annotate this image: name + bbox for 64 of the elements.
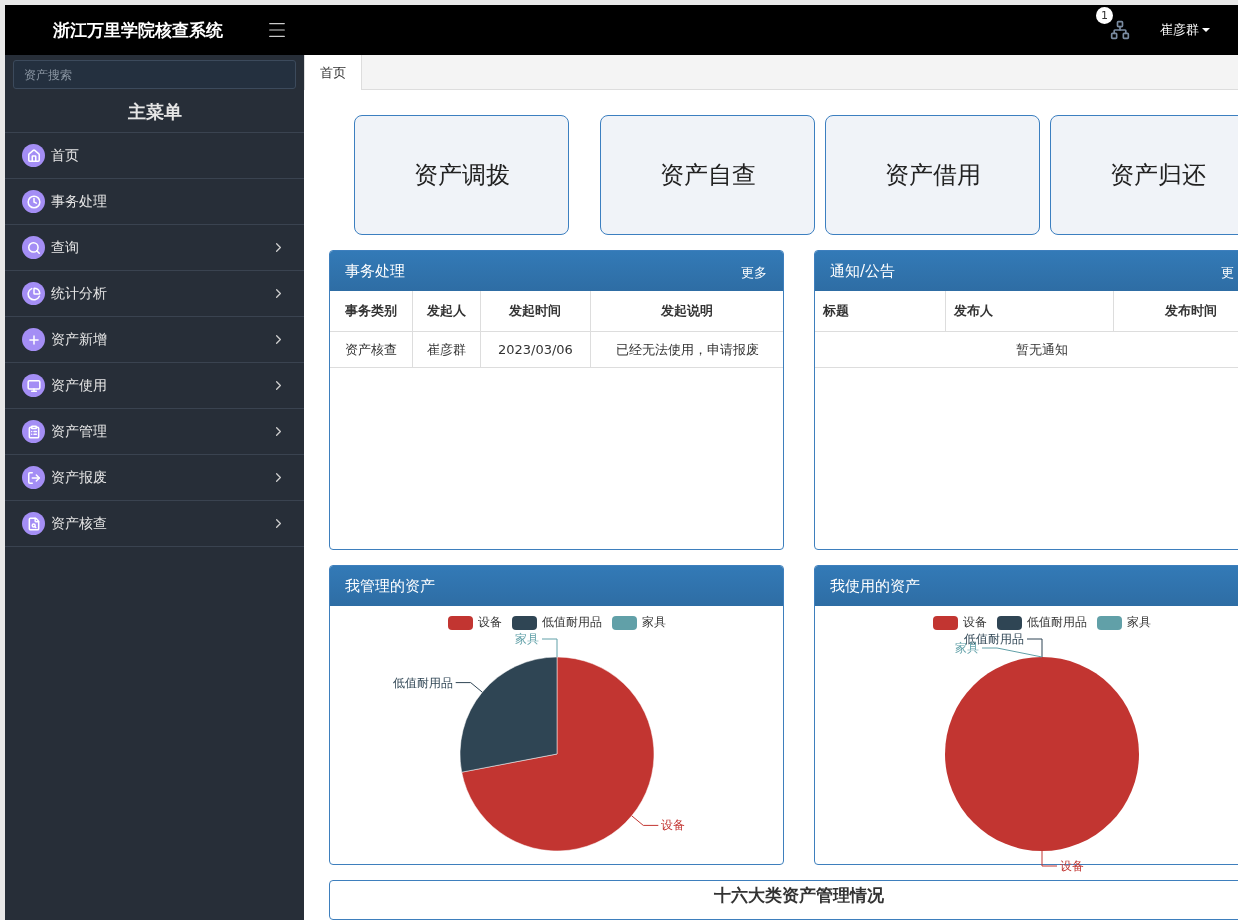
more-link[interactable]: 更 — [1221, 264, 1234, 282]
column-header: 发布人 — [945, 291, 1114, 332]
menu-item[interactable]: 资产核查 — [5, 500, 304, 547]
column-header: 标题 — [815, 291, 946, 332]
slice-label: 家具 — [515, 632, 558, 658]
panel-title: 通知/公告 — [830, 261, 897, 281]
menu-item[interactable]: 资产新增 — [5, 316, 304, 362]
menu-icon — [22, 374, 45, 397]
table-cell: 崔彦群 — [412, 331, 480, 368]
menu-icon — [22, 190, 45, 213]
menu-icon — [22, 236, 45, 259]
legend-swatch — [611, 615, 637, 630]
menu-item[interactable]: 资产管理 — [5, 408, 304, 454]
empty-message: 暂无通知 — [815, 331, 1238, 368]
legend-swatch — [511, 615, 537, 630]
slice-label: 低值耐用品 — [392, 675, 483, 693]
menu-title: 主菜单 — [126, 100, 183, 124]
slice-label: 设备 — [661, 818, 686, 833]
table-cell: 2023/03/06 — [480, 331, 591, 368]
legend-swatch — [447, 615, 473, 630]
menu-icon — [22, 282, 45, 305]
more-link[interactable]: 更多 — [741, 264, 767, 282]
panel-title: 十六大类资产管理情况 — [713, 884, 885, 907]
shortcut-card[interactable]: 资产借用 — [825, 115, 1040, 235]
legend-label: 低值耐用品 — [541, 614, 602, 631]
sitemap-icon[interactable] — [1110, 20, 1130, 40]
menu-item[interactable]: 资产使用 — [5, 362, 304, 408]
column-header: 发起人 — [412, 291, 480, 332]
legend-label: 设备 — [962, 614, 987, 631]
legend-swatch — [1096, 615, 1122, 630]
panel-title: 事务处理 — [345, 261, 406, 281]
shortcut-card[interactable]: 资产归还 — [1050, 115, 1238, 235]
user-menu[interactable]: 崔彦群 — [1160, 21, 1210, 39]
column-header: 发起说明 — [590, 291, 783, 332]
shortcut-card[interactable]: 资产自查 — [600, 115, 815, 235]
column-header: 发起时间 — [480, 291, 591, 332]
menu-item[interactable]: 查询 — [5, 224, 304, 270]
menu-icon — [22, 466, 45, 489]
slice-label: 低值耐用品 — [392, 675, 453, 690]
shortcut-card[interactable]: 资产调拨 — [354, 115, 569, 235]
menu-item[interactable]: 资产报废 — [5, 454, 304, 500]
menu-item[interactable]: 统计分析 — [5, 270, 304, 316]
menu-icon — [22, 512, 45, 535]
legend-label: 低值耐用品 — [1026, 614, 1087, 631]
column-header: 事务类别 — [330, 291, 413, 332]
search-field[interactable]: 资产搜索 — [13, 60, 296, 89]
menu-icon — [22, 144, 45, 167]
legend-swatch — [932, 615, 958, 630]
menu-item[interactable]: 事务处理 — [5, 178, 304, 224]
panel-title: 我使用的资产 — [830, 576, 921, 596]
table-cell: 资产核查 — [330, 331, 413, 368]
panel-title: 我管理的资产 — [345, 576, 436, 596]
notification-badge: 1 — [1096, 7, 1113, 24]
menu-icon — [22, 420, 45, 443]
tab[interactable]: 首页 — [304, 55, 362, 90]
column-header: 发布时间 — [1113, 291, 1238, 332]
slice-label: 设备 — [631, 815, 686, 833]
legend-label: 设备 — [477, 614, 502, 631]
menu-icon — [22, 328, 45, 351]
menu-item[interactable]: 首页 — [5, 132, 304, 178]
legend-label: 家具 — [641, 614, 666, 631]
app-title: 浙江万里学院核查系统 — [53, 18, 223, 42]
legend-label: 家具 — [1126, 614, 1151, 631]
legend-swatch — [996, 615, 1022, 630]
